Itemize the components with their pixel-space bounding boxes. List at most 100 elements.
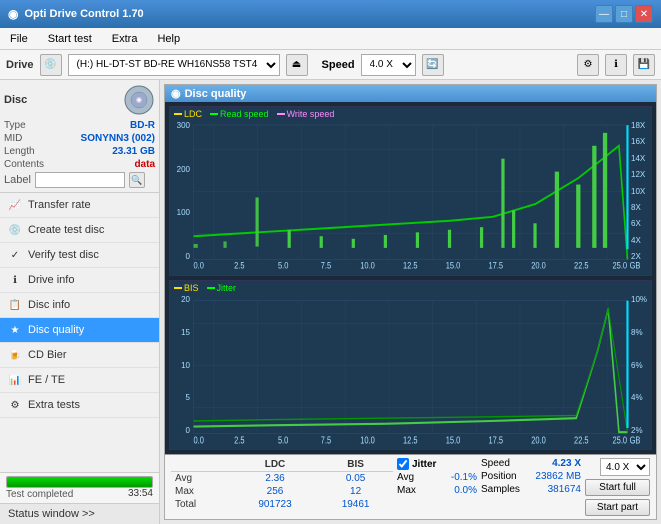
nav-item-verify-test-disc[interactable]: ✓ Verify test disc [0,243,159,268]
legend-ldc: LDC [174,109,202,119]
progress-area: Test completed 33:54 [0,473,159,503]
verify-test-disc-icon: ✓ [8,248,22,262]
legend-ldc-label: LDC [184,109,202,119]
row-avg-ldc: 2.36 [232,472,318,486]
svg-text:17.5: 17.5 [489,434,504,445]
disc-length-value: 23.31 GB [112,146,155,157]
drive-select[interactable]: (H:) HL-DT-ST BD-RE WH16NS58 TST4 [68,54,280,76]
jitter-checkbox[interactable] [397,458,409,470]
svg-text:17.5: 17.5 [489,260,504,271]
table-row-avg: Avg 2.36 0.05 [171,472,393,486]
legend-write-speed-dot [277,113,285,115]
refresh-button[interactable]: 🔄 [422,54,444,76]
svg-text:12.5: 12.5 [403,260,418,271]
legend-write-speed: Write speed [277,109,335,119]
menu-help[interactable]: Help [151,31,186,47]
progress-bar-outer [6,476,153,488]
nav-item-disc-quality[interactable]: ★ Disc quality [0,318,159,343]
row-avg-label: Avg [171,472,232,486]
menu-extra[interactable]: Extra [106,31,144,47]
disc-mid-label: MID [4,133,22,144]
buttons-section: 4.0 X MAX 2.0 X Start full Start part [585,458,650,516]
speed-position-section: Speed 4.23 X Position 23862 MB Samples 3… [481,458,581,495]
disc-header: Disc [4,84,155,116]
status-text: Test completed [6,489,73,500]
jitter-max-label: Max [397,485,416,496]
stats-area: LDC BIS Avg 2.36 0.05 Max [165,454,656,519]
svg-text:7.5: 7.5 [321,260,332,271]
title-bar-left: ◉ Opti Drive Control 1.70 [8,7,144,21]
svg-text:15.0: 15.0 [446,260,461,271]
nav-item-create-test-disc[interactable]: 💿 Create test disc [0,218,159,243]
time-text: 33:54 [128,488,153,500]
nav-label-transfer-rate: Transfer rate [28,199,91,211]
speed-select-toolbar[interactable]: 4.0 X MAX 6.0 X 8.0 X [361,54,416,76]
eject-button[interactable]: ⏏ [286,54,308,76]
col-header-empty [171,458,232,472]
legend-ldc-dot [174,113,182,115]
col-header-ldc: LDC [232,458,318,472]
create-test-disc-icon: 💿 [8,223,22,237]
jitter-avg-label: Avg [397,472,414,483]
cd-bier-icon: 🍺 [8,348,22,362]
disc-length-row: Length 23.31 GB [4,146,155,157]
nav-item-fe-te[interactable]: 📊 FE / TE [0,368,159,393]
svg-text:12.5: 12.5 [403,434,418,445]
disc-panel: Disc Type BD-R MID SONYNN3 (002) [0,80,159,193]
chart-ldc: LDC Read speed Write speed 30020 [169,106,652,276]
start-part-button[interactable]: Start part [585,499,650,516]
disc-quality-panel: ◉ Disc quality LDC Read speed [164,84,657,520]
disc-image [123,84,155,116]
disc-label-search-btn[interactable]: 🔍 [129,172,145,188]
nav-label-create-test-disc: Create test disc [28,224,104,236]
nav-item-disc-info[interactable]: 📋 Disc info [0,293,159,318]
disc-label-input[interactable] [35,172,125,188]
nav-item-extra-tests[interactable]: ⚙ Extra tests [0,393,159,418]
disc-length-label: Length [4,146,35,157]
chart1-svg: 0.0 2.5 5.0 7.5 10.0 12.5 15.0 17.5 20.0… [170,107,651,275]
speed-stat-label: Speed [481,458,510,469]
speed-label: Speed [322,59,355,71]
start-full-button[interactable]: Start full [585,479,650,496]
jitter-avg-value: -0.1% [451,472,477,483]
app-icon: ◉ [8,7,18,21]
minimize-button[interactable]: — [595,5,613,23]
disc-mid-row: MID SONYNN3 (002) [4,133,155,144]
disc-mid-value: SONYNN3 (002) [81,133,155,144]
settings-button[interactable]: ⚙ [577,54,599,76]
nav-item-drive-info[interactable]: ℹ Drive info [0,268,159,293]
legend-write-speed-label: Write speed [287,109,335,119]
save-button[interactable]: 💾 [633,54,655,76]
disc-contents-row: Contents data [4,159,155,170]
sidebar: Disc Type BD-R MID SONYNN3 (002) [0,80,160,524]
svg-text:2.5: 2.5 [234,434,245,445]
menu-file[interactable]: File [4,31,34,47]
legend-read-speed: Read speed [210,109,269,119]
status-section: Test completed 33:54 Status window >> [0,472,159,524]
legend-jitter-dot [207,287,215,289]
maximize-button[interactable]: □ [615,5,633,23]
chart2-svg: 0.0 2.5 5.0 7.5 10.0 12.5 15.0 17.5 20.0… [170,281,651,449]
svg-text:0.0: 0.0 [194,260,205,271]
position-row: Position 23862 MB [481,471,581,482]
legend-bis-dot [174,287,182,289]
disc-type-row: Type BD-R [4,120,155,131]
menu-start-test[interactable]: Start test [42,31,98,47]
close-button[interactable]: ✕ [635,5,653,23]
jitter-header: Jitter [397,458,477,470]
nav-item-cd-bier[interactable]: 🍺 CD Bier [0,343,159,368]
speed-stat-value: 4.23 X [552,458,581,469]
status-window-button[interactable]: Status window >> [0,503,159,524]
title-bar-controls[interactable]: — □ ✕ [595,5,653,23]
main-layout: Disc Type BD-R MID SONYNN3 (002) [0,80,661,524]
nav-item-transfer-rate[interactable]: 📈 Transfer rate [0,193,159,218]
svg-text:0.0: 0.0 [194,434,205,445]
samples-value: 381674 [548,484,581,495]
extra-tests-icon: ⚙ [8,398,22,412]
drive-icon-btn[interactable]: 💿 [40,54,62,76]
svg-text:GB: GB [630,434,641,445]
speed-select-stats[interactable]: 4.0 X MAX 2.0 X [600,458,650,476]
table-row-total: Total 901723 19461 [171,498,393,511]
info-button[interactable]: ℹ [605,54,627,76]
svg-text:25.0: 25.0 [613,434,628,445]
